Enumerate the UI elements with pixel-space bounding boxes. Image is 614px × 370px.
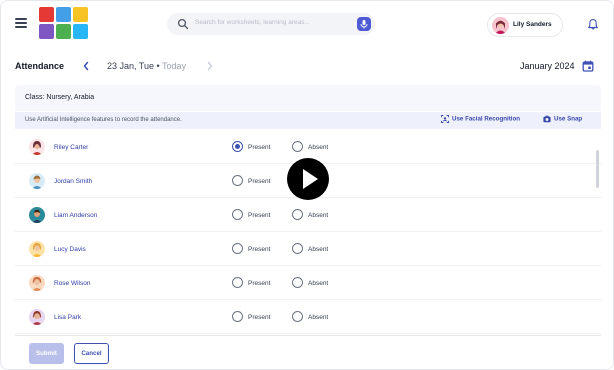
radio-circle (292, 311, 303, 322)
search-bar[interactable]: Search for worksheets, learning areas... (167, 13, 375, 35)
use-snap-button[interactable]: Use Snap (543, 115, 582, 126)
month-label: January 2024 (520, 61, 575, 71)
present-label: Present (248, 144, 271, 151)
use-snap-label: Use Snap (554, 115, 583, 123)
current-date: 23 Jan, Tue • Today (107, 61, 186, 71)
absent-label: Absent (308, 246, 329, 253)
play-video-button[interactable] (287, 158, 329, 200)
camera-icon (543, 115, 551, 123)
user-avatar (492, 17, 509, 34)
radio-circle (292, 141, 303, 152)
ai-message: Use Artificial Intelligence features to … (25, 117, 182, 123)
radio-circle (232, 277, 243, 288)
user-profile-button[interactable]: Lily Sanders (487, 13, 563, 37)
student-name: Lucy Davis (54, 246, 86, 253)
user-name: Lily Sanders (513, 21, 552, 28)
face-scan-icon (441, 115, 449, 123)
radio-circle (292, 209, 303, 220)
student-avatar (29, 309, 45, 325)
list-scrollbar[interactable] (596, 150, 599, 188)
student-row: Rose Wilson Present Absent (15, 266, 601, 300)
present-label: Present (248, 212, 271, 219)
radio-circle (232, 141, 243, 152)
chevron-left-icon[interactable] (81, 60, 91, 72)
submit-button[interactable]: Submit (29, 343, 64, 364)
present-label: Present (248, 314, 271, 321)
student-row: Lucy Davis Present Absent (15, 232, 601, 266)
page-title: Attendance (15, 61, 65, 71)
radio-circle (292, 243, 303, 254)
student-name: Lisa Park (54, 314, 82, 321)
absent-label: Absent (308, 314, 329, 321)
present-label: Present (248, 178, 271, 185)
student-avatar (29, 241, 45, 257)
radio-circle (232, 243, 243, 254)
radio-circle (232, 311, 243, 322)
menu-icon[interactable] (15, 18, 27, 28)
student-row: Liam Anderson Present Absent (15, 198, 601, 232)
app-logo[interactable] (39, 7, 91, 41)
cancel-button[interactable]: Cancel (74, 343, 109, 364)
absent-label: Absent (308, 144, 329, 151)
radio-circle (232, 209, 243, 220)
date-separator: • (154, 61, 163, 71)
facial-recognition-button[interactable]: Use Facial Recognition (441, 115, 520, 126)
student-name: Liam Anderson (54, 212, 98, 219)
class-label: Class: Nursery, Arabia (25, 94, 95, 101)
notification-bell-icon[interactable] (587, 18, 599, 30)
class-info-bar: Class: Nursery, Arabia (15, 85, 601, 111)
student-avatar (29, 207, 45, 223)
absent-label: Absent (308, 280, 329, 287)
radio-circle (292, 277, 303, 288)
today-label: Today (162, 61, 187, 71)
absent-label: Absent (308, 212, 329, 219)
student-row: Lisa Park Present Absent (15, 300, 601, 334)
present-label: Present (248, 280, 271, 287)
student-avatar (29, 139, 45, 155)
search-icon (177, 18, 189, 30)
student-avatar (29, 173, 45, 189)
present-label: Present (248, 246, 271, 253)
chevron-right-icon[interactable] (205, 60, 215, 72)
search-placeholder: Search for worksheets, learning areas... (195, 19, 310, 26)
ai-features-bar: Use Artificial Intelligence features to … (15, 112, 601, 129)
student-name: Rose Wilson (54, 280, 91, 287)
attendance-toolbar: Attendance 23 Jan, Tue • Today January 2… (1, 49, 613, 83)
app-window: Search for worksheets, learning areas...… (0, 0, 614, 370)
student-name: Riley Carter (54, 144, 89, 151)
microphone-icon[interactable] (357, 17, 371, 31)
date-value: 23 Jan, Tue (107, 61, 155, 71)
calendar-icon[interactable] (582, 60, 594, 72)
student-avatar (29, 275, 45, 291)
top-header: Search for worksheets, learning areas...… (1, 1, 613, 47)
form-footer: Submit Cancel (15, 335, 601, 367)
facial-recognition-label: Use Facial Recognition (452, 115, 521, 123)
student-name: Jordan Smith (54, 178, 93, 185)
radio-circle (232, 175, 243, 186)
